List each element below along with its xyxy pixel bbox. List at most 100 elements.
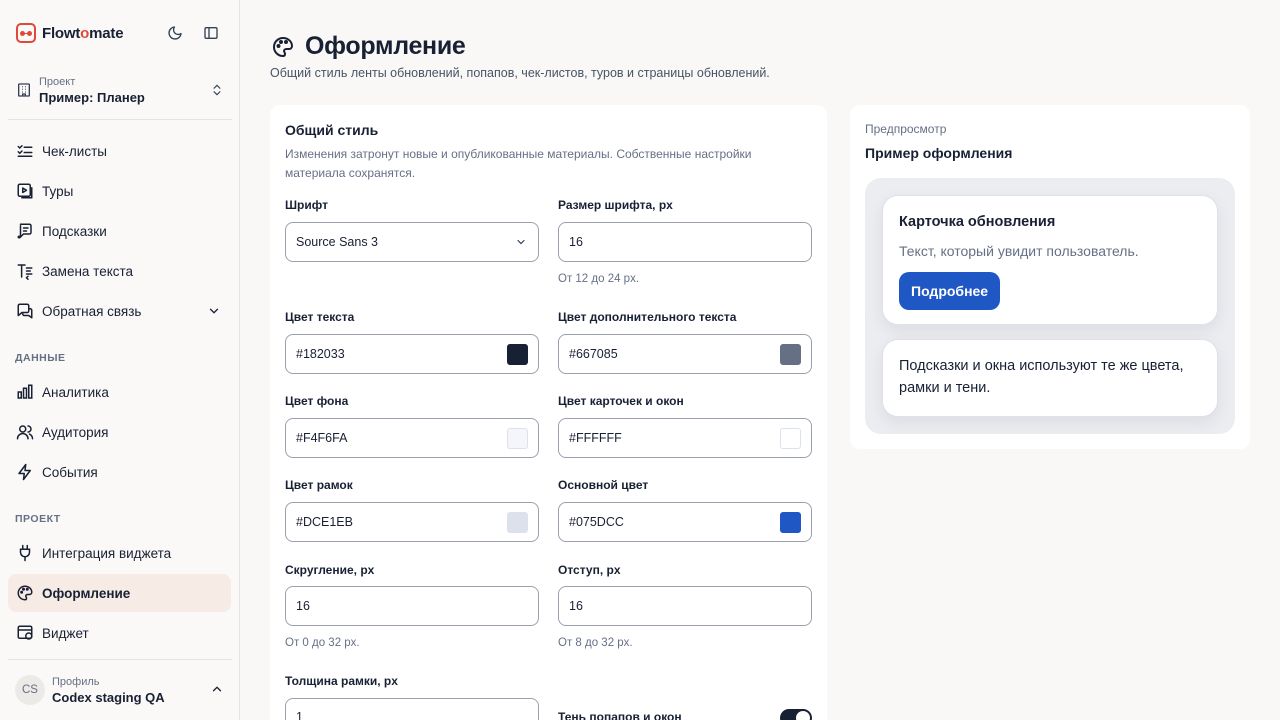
flowtomate-logo-icon [16, 23, 36, 43]
padding-label: Отступ, px [558, 563, 621, 577]
bg-color-value: #F4F6FA [296, 431, 348, 445]
building-icon [16, 82, 32, 98]
sidebar-item-widget-integration[interactable]: Интеграция виджета [8, 534, 231, 572]
font-size-value: 16 [569, 235, 583, 249]
font-select[interactable]: Source Sans 3 [285, 222, 539, 262]
padding-hint: От 8 до 32 px. [558, 637, 633, 649]
project-label: Проект [39, 75, 76, 88]
shadow-toggle[interactable] [780, 709, 812, 720]
radius-value: 16 [296, 599, 310, 613]
plug-icon [16, 544, 34, 562]
sidebar-item-label: Чек-листы [42, 143, 107, 159]
page-title: Оформление [305, 32, 466, 60]
text-color-value: #182033 [296, 347, 345, 361]
card-color-label: Цвет карточек и окон [558, 394, 684, 408]
card-description: Изменения затронут новые и опубликованны… [285, 147, 752, 180]
preview-label: Предпросмотр [865, 122, 947, 136]
sidebar-item-label: Аудитория [42, 424, 109, 440]
palette-icon [16, 584, 34, 602]
theme-toggle-moon-icon[interactable] [166, 24, 184, 42]
tour-play-icon [16, 182, 34, 200]
bar-chart-icon [16, 383, 34, 401]
bg-color-label: Цвет фона [285, 394, 349, 408]
sidebar-item-appearance[interactable]: Оформление [8, 574, 231, 612]
border-width-value: 1 [296, 710, 303, 720]
sidebar-item-events[interactable]: События [8, 453, 231, 491]
lightning-icon [16, 463, 34, 481]
font-label: Шрифт [285, 198, 328, 212]
preview-title: Пример оформления [865, 145, 1013, 161]
chevron-up-icon [210, 682, 224, 701]
color-swatch[interactable] [507, 344, 528, 365]
card-color-input[interactable]: #FFFFFF [558, 418, 812, 458]
sidebar-item-label: Оформление [42, 585, 131, 601]
feedback-chat-icon [16, 302, 34, 320]
section-label-project: ПРОЕКТ [15, 513, 61, 525]
secondary-text-color-input[interactable]: #667085 [558, 334, 812, 374]
color-swatch[interactable] [780, 344, 801, 365]
sidebar-item-label: Интеграция виджета [42, 545, 172, 561]
sidebar: Flowtomate Проект Пример: Планер Чек-лис… [0, 0, 240, 720]
radius-label: Скругление, px [285, 563, 375, 577]
text-color-input[interactable]: #182033 [285, 334, 539, 374]
sidebar-item-audience[interactable]: Аудитория [8, 413, 231, 451]
font-size-input[interactable]: 16 [558, 222, 812, 262]
widget-window-icon [16, 624, 34, 642]
preview-card-text: Текст, который увидит пользователь. [899, 243, 1139, 259]
brand-name: Flowtomate [42, 24, 124, 42]
brand-logo[interactable]: Flowtomate [16, 23, 124, 43]
radius-hint: От 0 до 32 px. [285, 637, 360, 649]
border-color-input[interactable]: #DCE1EB [285, 502, 539, 542]
sidebar-item-text-replace[interactable]: Замена текста [8, 252, 231, 290]
section-label-data: ДАННЫЕ [15, 352, 66, 364]
avatar: CS [15, 675, 45, 705]
preview-stage: Карточка обновления Текст, который увиди… [865, 178, 1235, 434]
sidebar-item-analytics[interactable]: Аналитика [8, 373, 231, 411]
profile-menu[interactable]: CS Профиль Codex staging QA [8, 668, 232, 712]
preview-more-button[interactable]: Подробнее [899, 272, 1001, 310]
preview-card: Предпросмотр Пример оформления Карточка … [850, 105, 1250, 449]
card-color-value: #FFFFFF [569, 431, 622, 445]
chevron-down-icon [207, 304, 221, 321]
sidebar-item-widget[interactable]: Виджет [8, 614, 231, 652]
users-icon [16, 423, 34, 441]
color-swatch[interactable] [780, 512, 801, 533]
radius-input[interactable]: 16 [285, 586, 539, 626]
project-selector[interactable]: Проект Пример: Планер [8, 68, 232, 112]
divider [8, 659, 232, 660]
shadow-label: Тень попапов и окон [558, 710, 682, 720]
project-name: Пример: Планер [39, 89, 145, 105]
sidebar-item-hints[interactable]: Подсказки [8, 212, 231, 250]
padding-input[interactable]: 16 [558, 586, 812, 626]
secondary-text-color-value: #667085 [569, 347, 618, 361]
sidebar-item-label: Замена текста [42, 263, 134, 279]
sidebar-item-label: Аналитика [42, 384, 109, 400]
sidebar-item-checklists[interactable]: Чек-листы [8, 132, 231, 170]
font-select-value: Source Sans 3 [296, 235, 378, 249]
font-size-label: Размер шрифта, px [558, 198, 673, 212]
sidebar-collapse-icon[interactable] [202, 24, 220, 42]
color-swatch[interactable] [507, 512, 528, 533]
sidebar-item-label: Подсказки [42, 223, 107, 239]
sidebar-item-label: События [42, 464, 98, 480]
color-swatch[interactable] [780, 428, 801, 449]
card-title: Общий стиль [285, 122, 379, 138]
general-style-card: Общий стиль Изменения затронут новые и о… [270, 105, 827, 720]
color-swatch[interactable] [507, 428, 528, 449]
border-color-label: Цвет рамок [285, 478, 353, 492]
primary-color-input[interactable]: #075DCC [558, 502, 812, 542]
sidebar-item-tours[interactable]: Туры [8, 172, 231, 210]
checklist-icon [16, 142, 34, 160]
sidebar-item-feedback[interactable]: Обратная связь [8, 292, 231, 330]
text-color-label: Цвет текста [285, 310, 355, 324]
preview-note-card: Подсказки и окна используют те же цвета,… [882, 339, 1218, 417]
profile-name: Codex staging QA [52, 689, 165, 705]
secondary-text-color-label: Цвет дополнительного текста [558, 310, 737, 324]
font-size-hint: От 12 до 24 px. [558, 273, 640, 285]
border-width-label: Толщина рамки, px [285, 674, 398, 688]
preview-update-card: Карточка обновления Текст, который увиди… [882, 195, 1218, 325]
border-width-input[interactable]: 1 [285, 698, 539, 720]
bg-color-input[interactable]: #F4F6FA [285, 418, 539, 458]
chevron-up-down-icon [210, 82, 224, 103]
page-header: Оформление [271, 32, 466, 61]
